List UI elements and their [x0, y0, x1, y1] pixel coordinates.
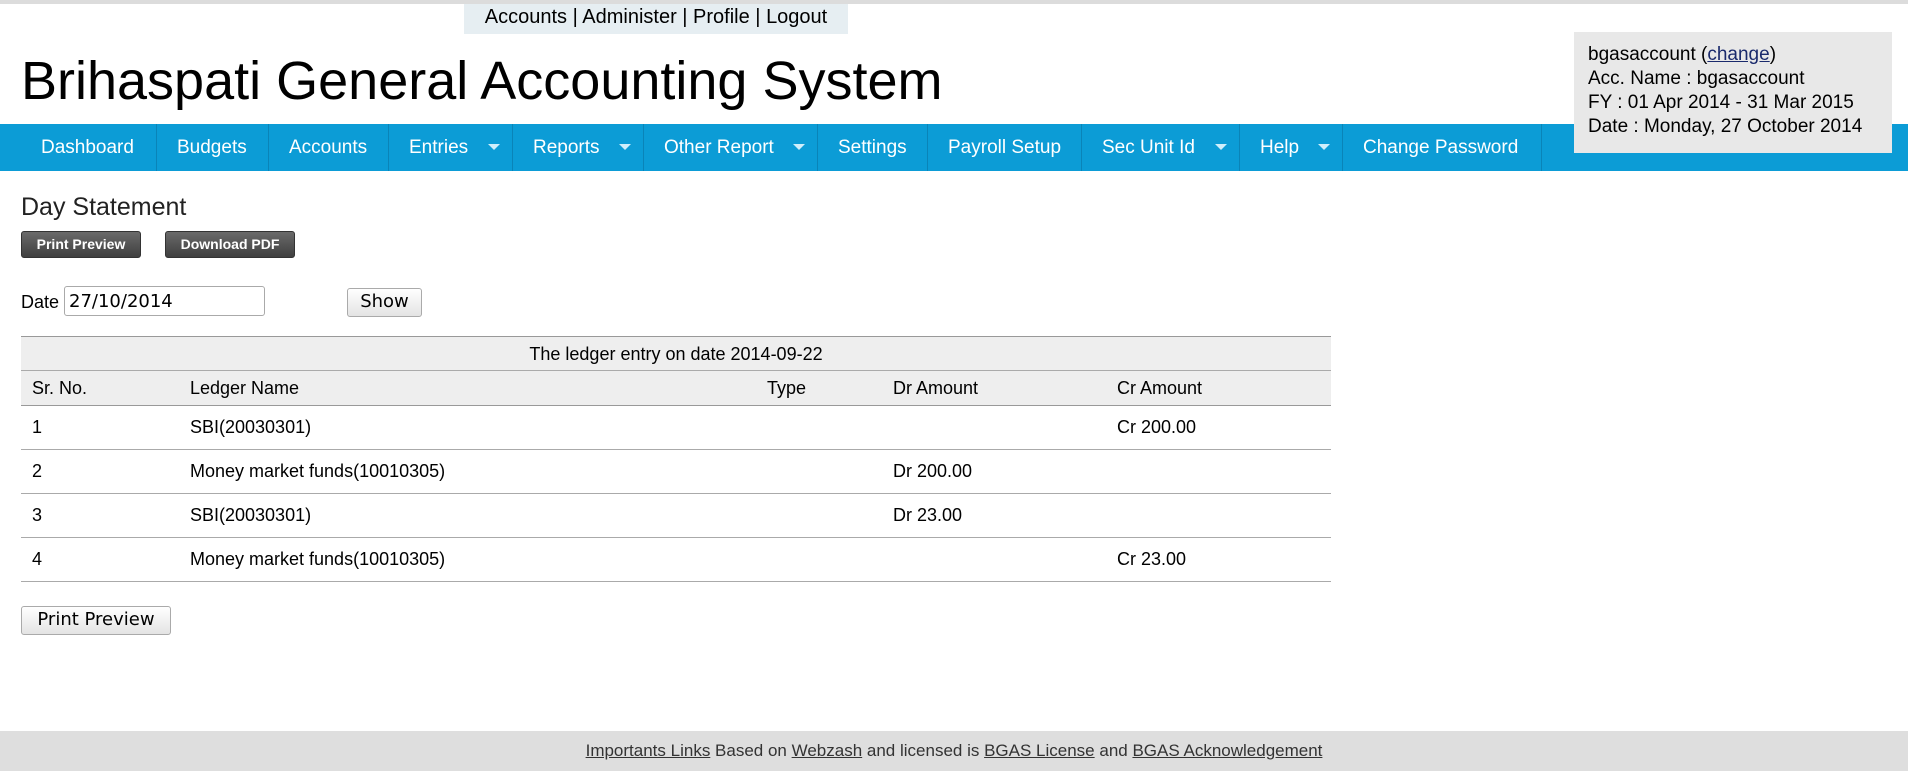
app-title: Brihaspati General Accounting System: [21, 51, 943, 111]
nav-label: Payroll Setup: [948, 137, 1062, 158]
nav-dashboard[interactable]: Dashboard: [21, 124, 157, 171]
footer: Importants Links Based on Webzash and li…: [0, 731, 1908, 771]
nav-label: Accounts: [289, 137, 368, 158]
footer-text: Based on: [710, 741, 792, 760]
nav-entries[interactable]: Entries: [389, 124, 513, 171]
nav-label: Reports: [533, 137, 600, 158]
nav-label: Entries: [409, 137, 469, 158]
nav-accounts[interactable]: Accounts: [269, 124, 389, 171]
top-link-logout[interactable]: Logout: [766, 6, 827, 28]
cell-sr-no: 3: [32, 505, 43, 525]
header-dr-amount: Dr Amount: [893, 378, 979, 398]
footer-text: and licensed is: [862, 741, 985, 760]
table-row: 1 SBI(20030301) Cr 200.00: [21, 406, 1331, 450]
cell-sr-no: 2: [32, 461, 43, 481]
table-row: 2 Money market funds(10010305) Dr 200.00: [21, 450, 1331, 494]
show-button[interactable]: Show: [347, 288, 422, 317]
header-cr-amount: Cr Amount: [1117, 378, 1203, 398]
chevron-down-icon: [1215, 144, 1227, 150]
top-link-separator: |: [676, 6, 694, 28]
nav-label: Help: [1260, 137, 1300, 158]
table-row: 3 SBI(20030301) Dr 23.00: [21, 494, 1331, 538]
cell-cr-amount: Cr 200.00: [1117, 417, 1197, 437]
nav-label: Settings: [838, 137, 907, 158]
cell-dr-amount: Dr 23.00: [893, 505, 963, 525]
date-label: Date: [21, 292, 60, 312]
chevron-down-icon: [1318, 144, 1330, 150]
download-pdf-button[interactable]: Download PDF: [165, 231, 295, 258]
top-link-separator: |: [749, 6, 767, 28]
user-line: bgasaccount (change): [1588, 44, 1777, 65]
nav-other-report[interactable]: Other Report: [644, 124, 818, 171]
print-preview-button[interactable]: Print Preview: [21, 231, 141, 258]
footer-text: and: [1094, 741, 1133, 760]
top-link-accounts[interactable]: Accounts: [485, 6, 567, 28]
nav-sec-unit-id[interactable]: Sec Unit Id: [1082, 124, 1240, 171]
print-preview-bottom-button[interactable]: Print Preview: [21, 606, 171, 635]
date-input[interactable]: [64, 286, 265, 316]
cell-sr-no: 4: [32, 549, 43, 569]
change-account-link[interactable]: change: [1707, 44, 1769, 65]
cell-ledger-name: SBI(20030301): [190, 505, 312, 525]
footer-important-links[interactable]: Importants Links: [586, 741, 711, 760]
header-type: Type: [767, 378, 807, 398]
chevron-down-icon: [793, 144, 805, 150]
nav-change-password[interactable]: Change Password: [1343, 124, 1542, 171]
nav-label: Dashboard: [41, 137, 134, 158]
username: bgasaccount: [1588, 44, 1696, 65]
chevron-down-icon: [488, 144, 500, 150]
cell-cr-amount: Cr 23.00: [1117, 549, 1187, 569]
cell-ledger-name: Money market funds(10010305): [190, 549, 446, 569]
user-info-box: bgasaccount (change) Acc. Name : bgasacc…: [1574, 32, 1892, 153]
ledger-table: The ledger entry on date 2014-09-22 Sr. …: [21, 336, 1331, 582]
table-header-row: Sr. No. Ledger Name Type Dr Amount Cr Am…: [21, 371, 1331, 406]
top-link-profile[interactable]: Profile: [693, 6, 750, 28]
nav-label: Sec Unit Id: [1102, 137, 1195, 158]
nav-label: Budgets: [177, 137, 247, 158]
nav-reports[interactable]: Reports: [513, 124, 644, 171]
page-heading: Day Statement: [21, 193, 187, 221]
nav-settings[interactable]: Settings: [818, 124, 928, 171]
cell-dr-amount: Dr 200.00: [893, 461, 973, 481]
top-link-separator: |: [567, 6, 583, 28]
top-link-administer[interactable]: Administer: [582, 6, 676, 28]
table-caption: The ledger entry on date 2014-09-22: [21, 336, 1331, 371]
footer-license-link[interactable]: BGAS License: [984, 741, 1095, 760]
chevron-down-icon: [619, 144, 631, 150]
top-links-bar: Accounts | Administer | Profile | Logout: [464, 4, 848, 34]
nav-label: Other Report: [664, 137, 774, 158]
account-name: Acc. Name : bgasaccount: [1588, 68, 1805, 89]
cell-ledger-name: Money market funds(10010305): [190, 461, 446, 481]
footer-webzash-link[interactable]: Webzash: [792, 741, 863, 760]
top-strip: [0, 0, 1908, 4]
table-row: 4 Money market funds(10010305) Cr 23.00: [21, 538, 1331, 582]
cell-sr-no: 1: [32, 417, 43, 437]
nav-budgets[interactable]: Budgets: [157, 124, 269, 171]
cell-ledger-name: SBI(20030301): [190, 417, 312, 437]
nav-label: Change Password: [1363, 137, 1519, 158]
header-sr-no: Sr. No.: [32, 378, 88, 398]
nav-help[interactable]: Help: [1240, 124, 1343, 171]
current-date: Date : Monday, 27 October 2014: [1588, 116, 1863, 137]
nav-payroll-setup[interactable]: Payroll Setup: [928, 124, 1082, 171]
fiscal-year: FY : 01 Apr 2014 - 31 Mar 2015: [1588, 92, 1854, 113]
header-ledger-name: Ledger Name: [190, 378, 300, 398]
footer-acknowledgement-link[interactable]: BGAS Acknowledgement: [1132, 741, 1322, 760]
